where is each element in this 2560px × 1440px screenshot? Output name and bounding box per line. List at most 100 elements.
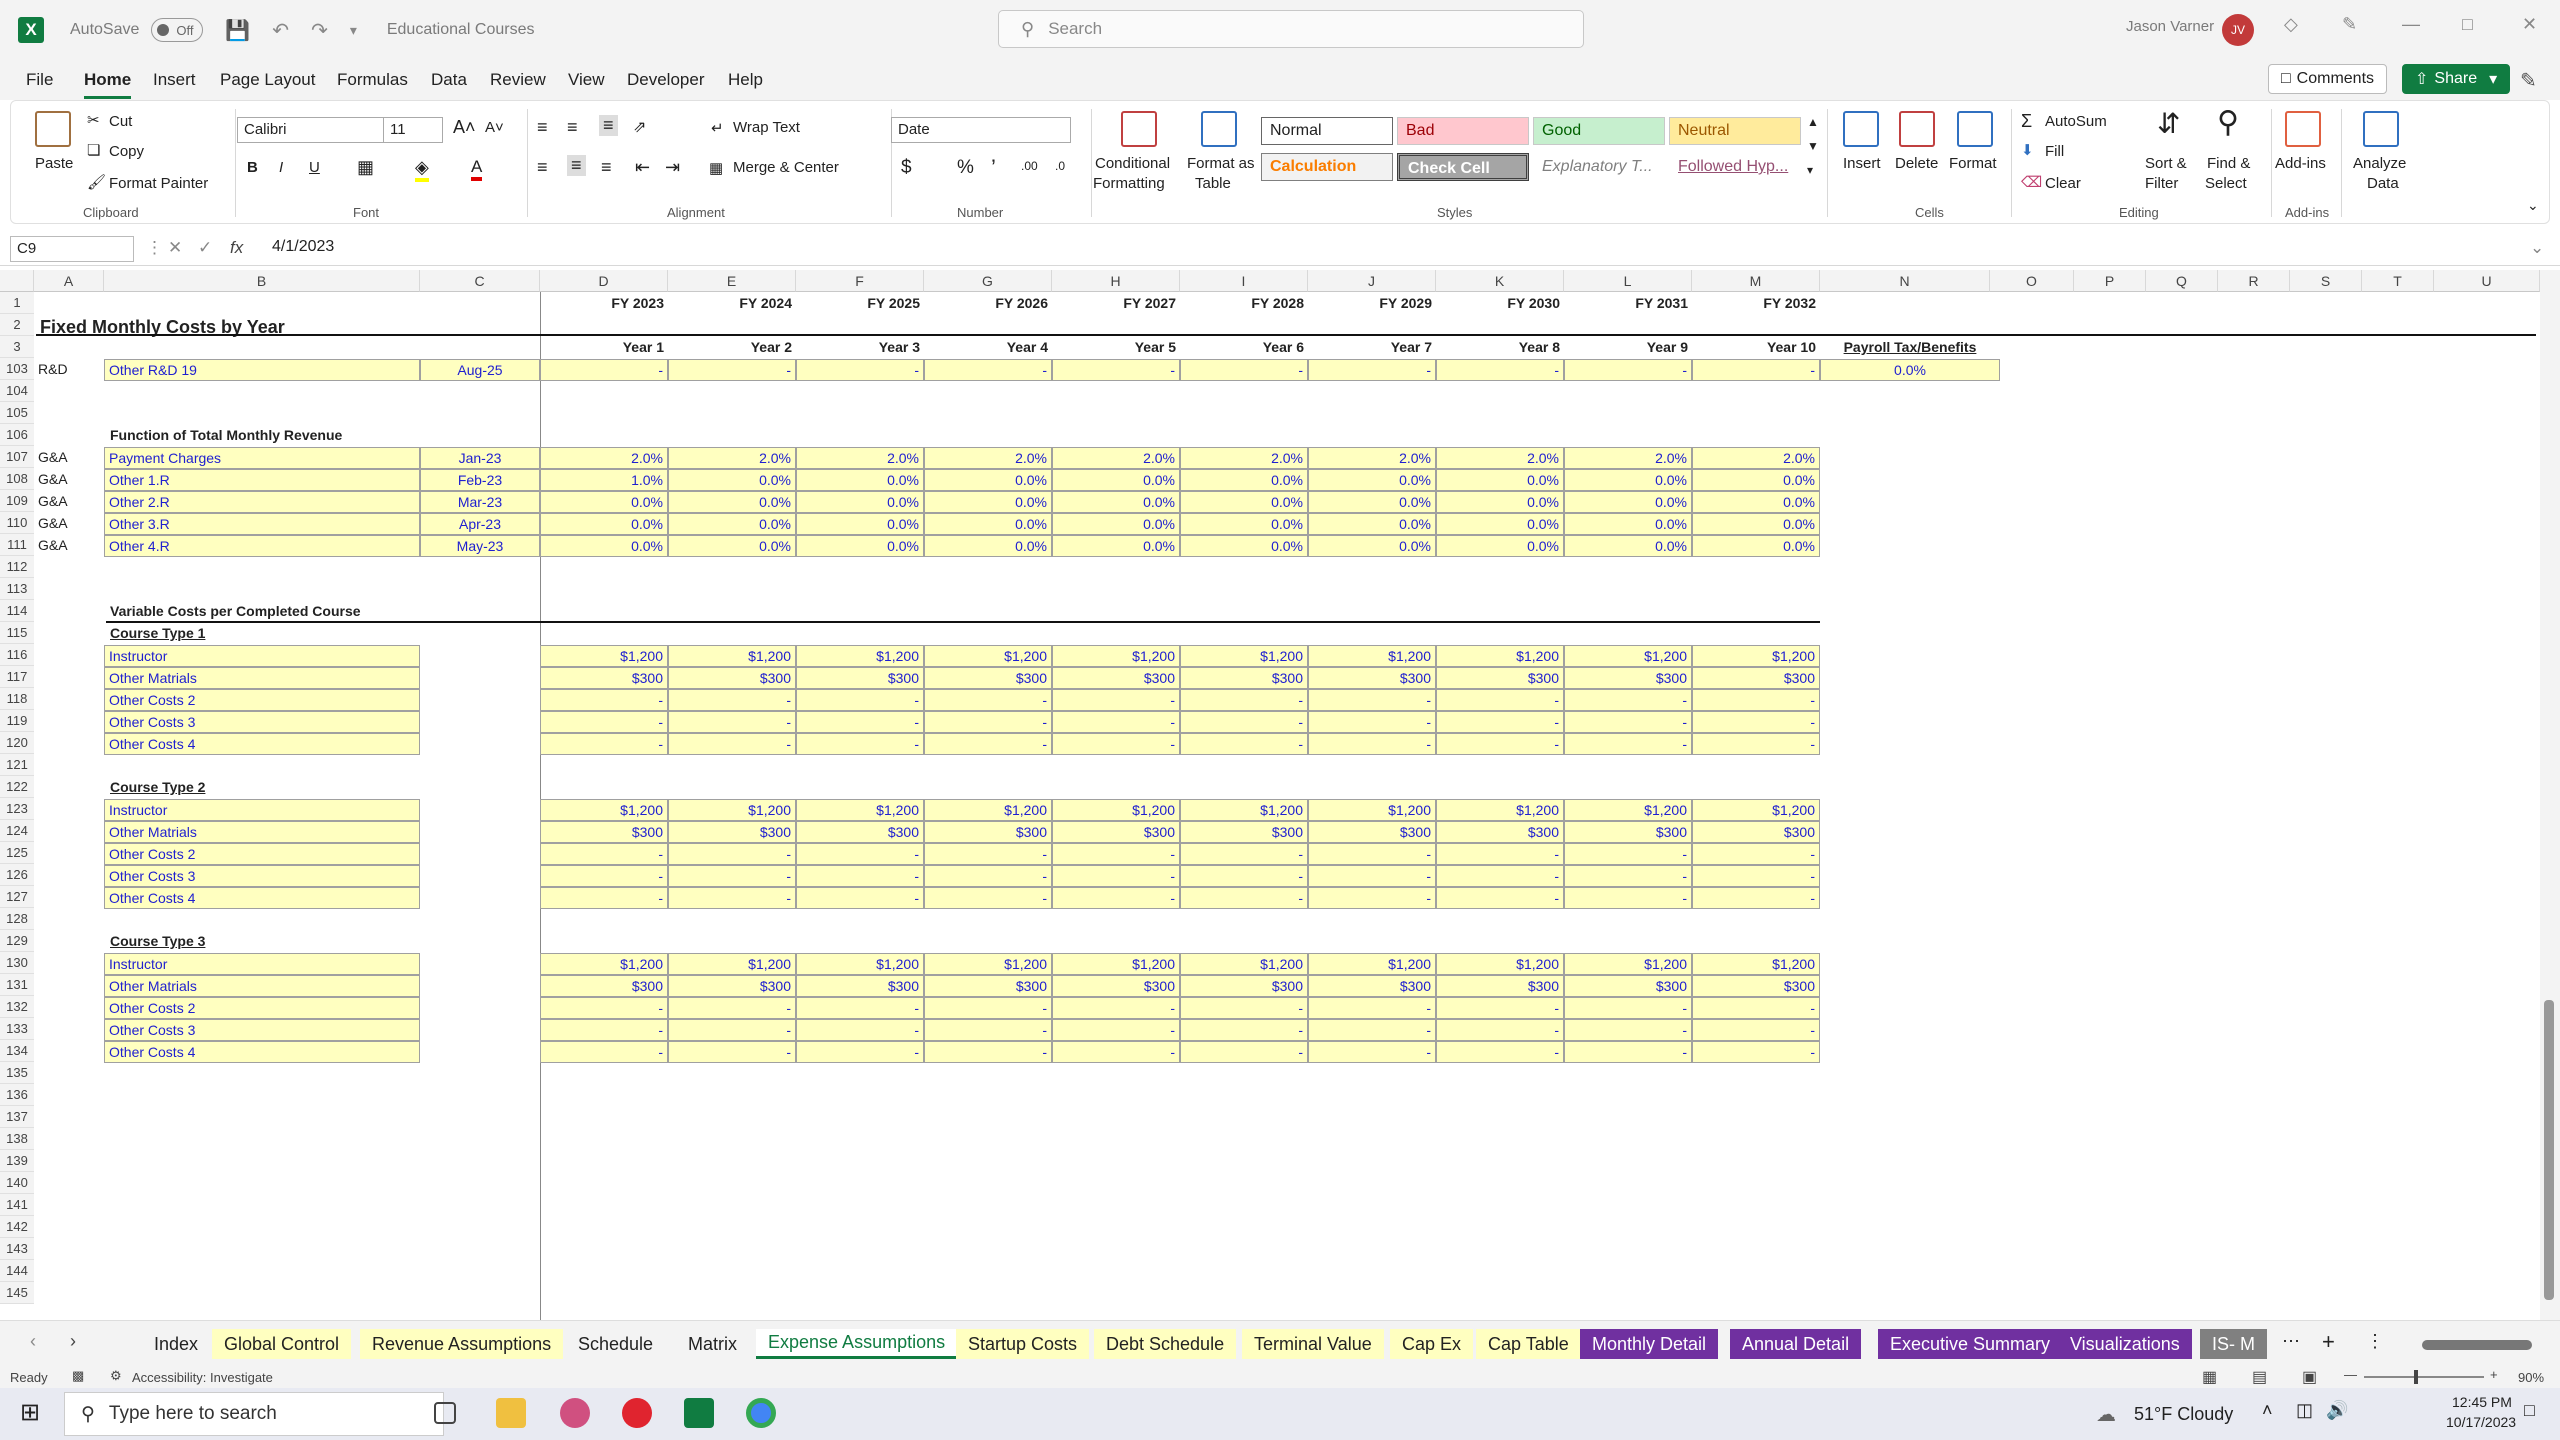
value-cell[interactable]: - [540, 997, 668, 1019]
sort-filter-label-2[interactable]: Filter [2145, 175, 2178, 192]
row-header[interactable]: 129 [0, 930, 34, 952]
value-cell[interactable]: - [1180, 843, 1308, 865]
decrease-decimal-icon[interactable]: .0 [1055, 159, 1065, 173]
cost-name-cell[interactable]: Other R&D 19 [104, 359, 420, 381]
style-normal[interactable]: Normal [1261, 117, 1393, 145]
value-cell[interactable]: 0.0% [924, 491, 1052, 513]
row-header[interactable]: 135 [0, 1062, 34, 1084]
cost-name-cell[interactable]: Other 2.R [104, 491, 420, 513]
find-select-label-2[interactable]: Select [2205, 175, 2247, 192]
value-cell[interactable]: - [1436, 733, 1564, 755]
worksheet-grid[interactable]: A B C D E F G H I J K L M N O P Q R S T U 1 2 3 103 104 105 106 107 1… [0, 270, 2540, 1320]
customize-qat-icon[interactable]: ▾ [350, 22, 357, 39]
clear-button[interactable]: Clear [2045, 175, 2081, 192]
value-cell[interactable]: 0.0% [1436, 469, 1564, 491]
value-cell[interactable]: - [540, 733, 668, 755]
value-cell[interactable]: - [668, 887, 796, 909]
styles-scroll-up-icon[interactable]: ▲ [1807, 115, 1819, 129]
style-neutral[interactable]: Neutral [1669, 117, 1801, 145]
scroll-tabs-right-icon[interactable]: › [70, 1331, 76, 1352]
cost-name-cell[interactable]: Instructor [104, 645, 420, 667]
row-header[interactable]: 113 [0, 578, 34, 600]
row-header[interactable]: 1 [0, 292, 34, 314]
value-cell[interactable]: - [796, 733, 924, 755]
value-cell[interactable]: - [1052, 887, 1180, 909]
value-cell[interactable]: - [540, 865, 668, 887]
column-header-r[interactable]: R [2218, 270, 2290, 292]
value-cell[interactable]: 0.0% [668, 535, 796, 557]
year-header[interactable]: Year 7 [1308, 337, 1436, 359]
row-header[interactable]: 139 [0, 1150, 34, 1172]
italic-icon[interactable]: I [279, 159, 283, 176]
row-header[interactable]: 3 [0, 336, 34, 358]
value-cell[interactable]: 0.0% [1692, 535, 1820, 557]
value-cell[interactable]: - [1180, 865, 1308, 887]
value-cell[interactable]: 0.0% [1308, 491, 1436, 513]
value-cell[interactable]: - [1308, 711, 1436, 733]
row-header[interactable]: 145 [0, 1282, 34, 1304]
collapse-ribbon-icon[interactable]: ⌄ [2527, 197, 2539, 214]
vertical-scrollbar[interactable] [2540, 270, 2560, 1320]
value-cell[interactable]: 0.0% [924, 513, 1052, 535]
system-tray-chevron-icon[interactable]: ˄ [2262, 1400, 2273, 1421]
value-cell[interactable]: - [1436, 865, 1564, 887]
currency-icon[interactable]: $ [901, 157, 912, 179]
value-cell[interactable]: 0.0% [668, 491, 796, 513]
value-cell[interactable]: $1,200 [540, 799, 668, 821]
tab-data[interactable]: Data [431, 70, 467, 90]
number-format-select[interactable]: Date [891, 117, 1071, 143]
format-cells-button[interactable]: Format [1949, 155, 1997, 172]
year-header[interactable]: Year 10 [1692, 337, 1820, 359]
fill-color-icon[interactable]: ◈ [415, 157, 429, 182]
year-header[interactable]: Year 5 [1052, 337, 1180, 359]
value-cell[interactable]: 2.0% [540, 447, 668, 469]
column-header-b[interactable]: B [104, 270, 420, 292]
value-cell[interactable]: - [1308, 1019, 1436, 1041]
expand-formula-icon[interactable]: ⌄ [2530, 238, 2544, 258]
column-header-n[interactable]: N [1820, 270, 1990, 292]
format-painter-button[interactable]: Format Painter [109, 175, 208, 192]
value-cell[interactable]: $300 [668, 667, 796, 689]
value-cell[interactable]: - [796, 997, 924, 1019]
minimize-icon[interactable]: — [2402, 14, 2420, 35]
value-cell[interactable]: $300 [1692, 975, 1820, 997]
tab-insert[interactable]: Insert [153, 70, 196, 90]
value-cell[interactable]: - [1180, 887, 1308, 909]
cost-name-cell[interactable]: Instructor [104, 953, 420, 975]
value-cell[interactable]: $1,200 [1692, 799, 1820, 821]
function-cell[interactable]: G&A [34, 513, 104, 535]
value-cell[interactable]: $300 [1052, 821, 1180, 843]
cost-name-cell[interactable]: Other 3.R [104, 513, 420, 535]
value-cell[interactable]: $300 [924, 821, 1052, 843]
cost-name-cell[interactable]: Other Matrials [104, 821, 420, 843]
macro-icon[interactable]: ▩ [72, 1368, 84, 1384]
underline-icon[interactable]: U [309, 159, 320, 176]
value-cell[interactable]: 0.0% [1692, 469, 1820, 491]
row-header[interactable]: 112 [0, 556, 34, 578]
column-header-u[interactable]: U [2434, 270, 2540, 292]
sheet-tab[interactable]: Schedule [566, 1329, 665, 1359]
value-cell[interactable]: - [668, 1019, 796, 1041]
value-cell[interactable]: $1,200 [668, 953, 796, 975]
tab-page-layout[interactable]: Page Layout [220, 70, 315, 90]
notifications-icon[interactable]: □ [2524, 1400, 2535, 1421]
column-header-h[interactable]: H [1052, 270, 1180, 292]
sheet-tab[interactable]: Debt Schedule [1094, 1329, 1237, 1359]
row-header[interactable]: 119 [0, 710, 34, 732]
borders-icon[interactable]: ▦ [357, 157, 374, 178]
value-cell[interactable]: - [540, 359, 668, 381]
value-cell[interactable]: $1,200 [1308, 953, 1436, 975]
value-cell[interactable]: - [1692, 1019, 1820, 1041]
align-middle-icon[interactable]: ≡ [567, 117, 578, 138]
start-date-cell[interactable]: Mar-23 [420, 491, 540, 513]
column-header-s[interactable]: S [2290, 270, 2362, 292]
sheet-tab[interactable]: Cap Ex [1390, 1329, 1474, 1359]
cost-name-cell[interactable]: Other Costs 4 [104, 887, 420, 909]
align-bottom-icon[interactable]: ≡ [599, 115, 618, 136]
fy-header[interactable]: FY 2026 [924, 293, 1052, 315]
cost-name-cell[interactable]: Other Costs 2 [104, 689, 420, 711]
value-cell[interactable]: 0.0% [796, 513, 924, 535]
weather-status[interactable]: 51°F Cloudy [2134, 1404, 2233, 1425]
year-header[interactable]: Year 6 [1180, 337, 1308, 359]
value-cell[interactable]: - [1692, 689, 1820, 711]
